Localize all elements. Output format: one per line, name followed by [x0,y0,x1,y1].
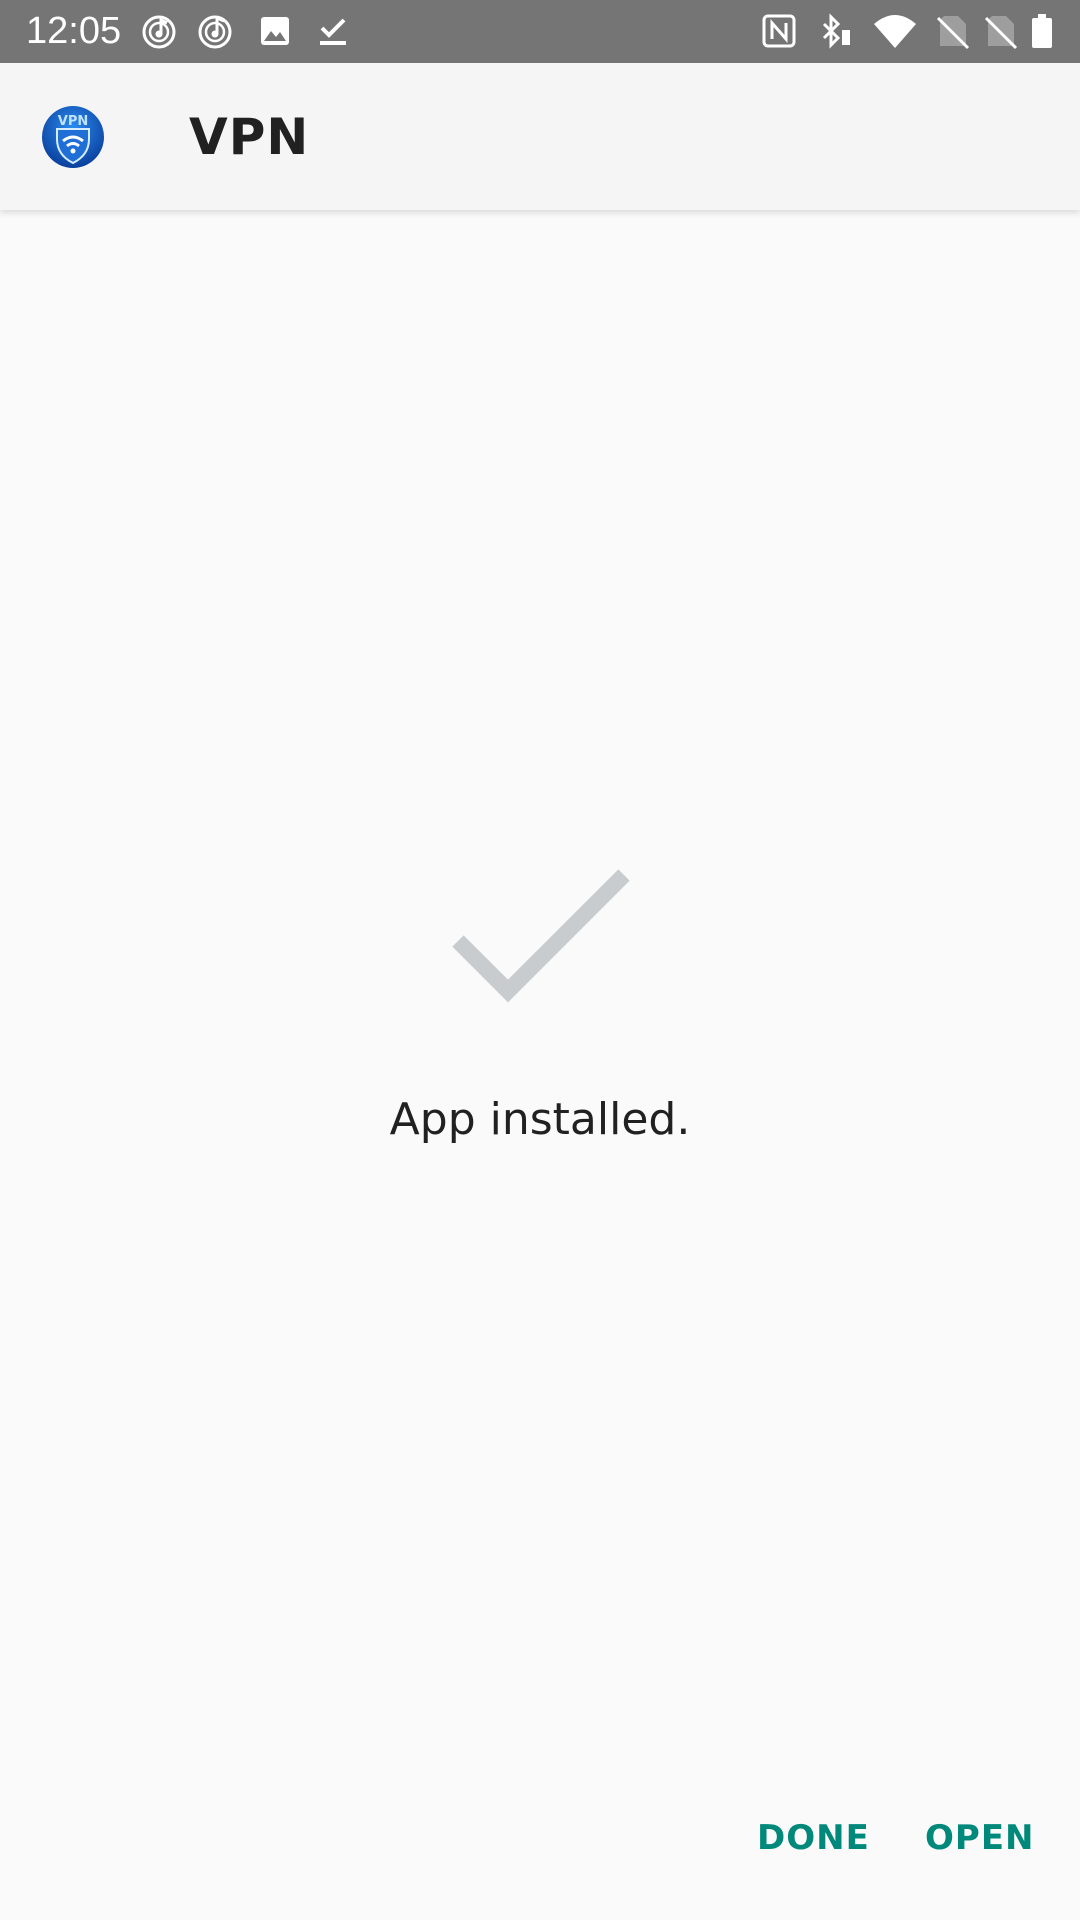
status-bar: 12:05 [0,0,1080,63]
done-button[interactable]: DONE [757,1808,869,1868]
svg-text:VPN: VPN [58,114,88,129]
bluetooth-icon [822,13,850,49]
music-notification-icon [198,15,232,49]
app-title: VPN [189,108,310,166]
no-sim-icon [936,16,970,50]
no-sim-icon [984,16,1018,50]
wifi-icon [874,15,916,48]
install-status-message: App installed. [389,1094,691,1145]
status-time: 12:05 [26,10,122,52]
nfc-icon [762,14,796,48]
vpn-app-icon: VPN [42,106,104,168]
app-bar: VPN VPN [0,63,1080,210]
music-notification-icon [142,15,176,49]
download-done-icon [320,18,346,45]
image-notification-icon [261,17,289,45]
checkmark-icon [452,869,630,1003]
battery-icon [1032,14,1052,48]
install-complete-screen: 12:05 VPN VPN App installed. DONE OPEN [0,0,1080,1920]
open-button[interactable]: OPEN [925,1808,1034,1868]
